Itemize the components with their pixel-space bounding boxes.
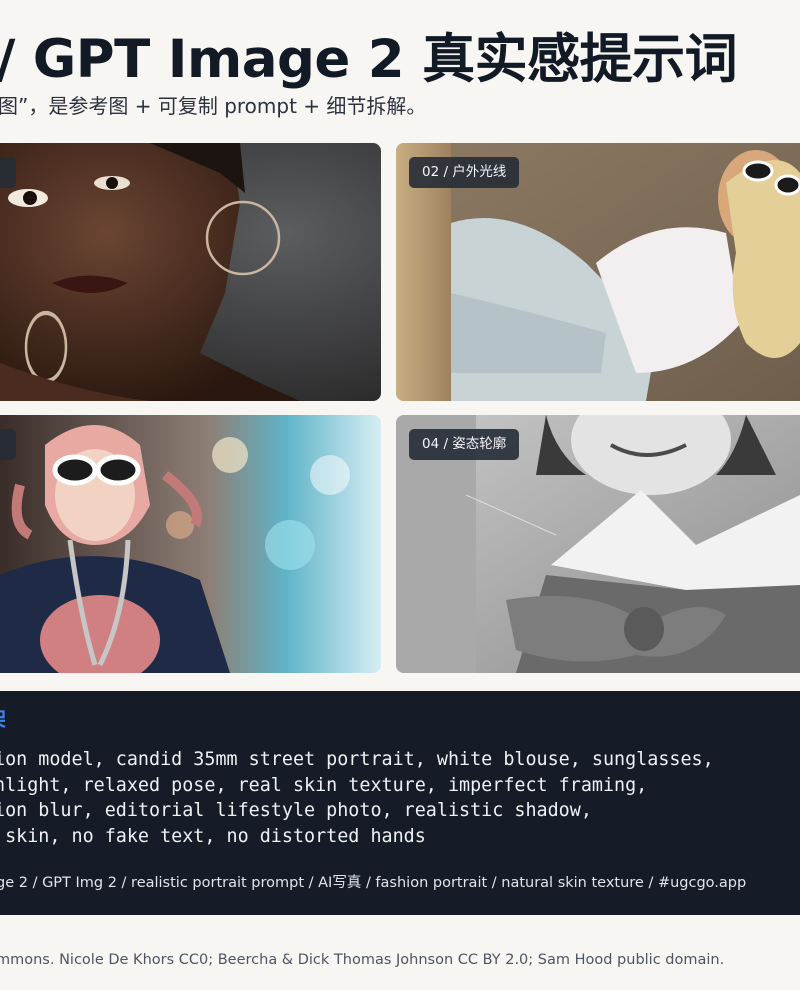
- gallery-card-2[interactable]: 02 / 户外光线: [396, 143, 800, 401]
- prompt-line: nlight, relaxed pose, real skin texture,…: [0, 774, 648, 796]
- prompt-panel: 架 ion model, candid 35mm street portrait…: [0, 691, 800, 915]
- card-label-badge: 02 / 户外光线: [409, 157, 520, 188]
- page-title: / GPT Image 2 真实感提示词: [0, 29, 738, 90]
- tag-line: ge 2 / GPT Img 2 / realistic portrait pr…: [0, 875, 747, 891]
- prompt-text[interactable]: ion model, candid 35mm street portrait, …: [0, 747, 714, 849]
- page-subtitle: 图”，是参考图 + 可复制 prompt + 细节拆解。: [0, 94, 427, 118]
- card-label-badge: [0, 429, 16, 460]
- gallery-card-4[interactable]: 04 / 姿态轮廓: [396, 415, 800, 673]
- street-portrait-photo: [0, 415, 381, 673]
- image-credits: mmons. Nicole De Khors CC0; Beercha & Di…: [0, 952, 725, 968]
- card-label-badge: [0, 157, 16, 188]
- card-label-badge: 04 / 姿态轮廓: [409, 429, 520, 460]
- prompt-panel-heading: 架: [0, 703, 6, 732]
- portrait-photo: [0, 143, 381, 401]
- prompt-line: skin, no fake text, no distorted hands: [0, 825, 426, 847]
- prompt-line: ion blur, editorial lifestyle photo, rea…: [0, 800, 592, 821]
- gallery-card-3[interactable]: [0, 415, 381, 673]
- gallery-card-1[interactable]: [0, 143, 381, 401]
- prompt-line: ion model, candid 35mm street portrait, …: [0, 749, 714, 770]
